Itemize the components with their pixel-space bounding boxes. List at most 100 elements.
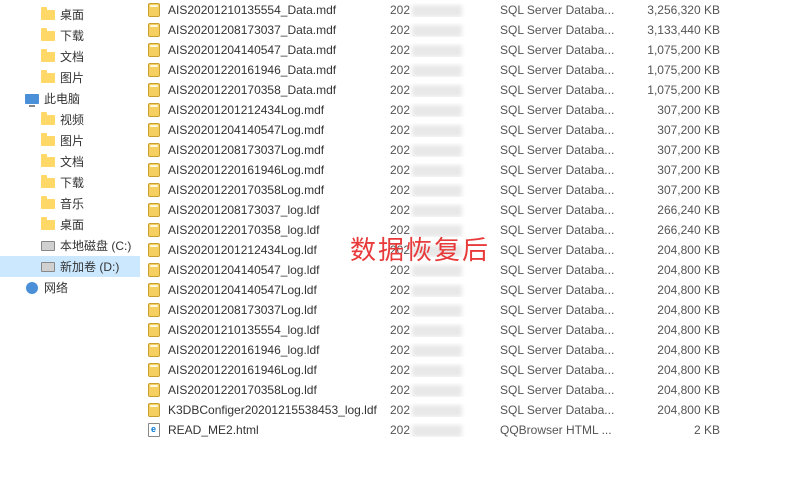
file-date: 202: [390, 403, 500, 417]
tree-item[interactable]: 本地磁盘 (C:): [0, 235, 140, 256]
folder-icon: [40, 217, 56, 233]
database-file-icon: [146, 42, 162, 58]
tree-item[interactable]: 此电脑: [0, 88, 140, 109]
file-row[interactable]: AIS20201220170358_log.ldf202SQL Server D…: [140, 220, 800, 240]
tree-item-label: 网络: [44, 279, 68, 296]
file-type: SQL Server Databa...: [500, 143, 640, 157]
file-name: AIS20201204140547_log.ldf: [168, 263, 319, 277]
database-file-icon: [146, 2, 162, 18]
file-name: AIS20201220170358_log.ldf: [168, 223, 319, 237]
file-row[interactable]: AIS20201201212434Log.ldf202SQL Server Da…: [140, 240, 800, 260]
file-name: AIS20201204140547Log.ldf: [168, 283, 317, 297]
tree-item-label: 下载: [60, 27, 84, 44]
file-row[interactable]: AIS20201208173037Log.mdf202SQL Server Da…: [140, 140, 800, 160]
file-type: SQL Server Databa...: [500, 63, 640, 77]
file-date: 202: [390, 423, 500, 437]
file-name: AIS20201220161946_log.ldf: [168, 343, 319, 357]
database-file-icon: [146, 242, 162, 258]
tree-item-label: 新加卷 (D:): [60, 258, 119, 275]
tree-item[interactable]: 新加卷 (D:): [0, 256, 140, 277]
file-size: 1,075,200 KB: [640, 83, 730, 97]
file-date: 202: [390, 343, 500, 357]
tree-item-label: 音乐: [60, 195, 84, 212]
tree-item-label: 本地磁盘 (C:): [60, 237, 131, 254]
folder-icon: [40, 196, 56, 212]
file-type: QQBrowser HTML ...: [500, 423, 640, 437]
tree-item[interactable]: 下载: [0, 25, 140, 46]
tree-item[interactable]: 下载: [0, 172, 140, 193]
navigation-tree: 桌面下载文档图片此电脑视频图片文档下载音乐桌面本地磁盘 (C:)新加卷 (D:)…: [0, 0, 140, 500]
file-type: SQL Server Databa...: [500, 283, 640, 297]
file-date: 202: [390, 43, 500, 57]
tree-item-label: 下载: [60, 174, 84, 191]
database-file-icon: [146, 82, 162, 98]
file-row[interactable]: AIS20201201212434Log.mdf202SQL Server Da…: [140, 100, 800, 120]
file-date: 202: [390, 263, 500, 277]
file-type: SQL Server Databa...: [500, 403, 640, 417]
tree-item[interactable]: 图片: [0, 130, 140, 151]
file-list[interactable]: AIS20201210135554_Data.mdf202SQL Server …: [140, 0, 800, 500]
file-name: AIS20201201212434Log.ldf: [168, 243, 317, 257]
network-icon: [24, 280, 40, 296]
database-file-icon: [146, 142, 162, 158]
tree-item[interactable]: 网络: [0, 277, 140, 298]
folder-icon: [40, 70, 56, 86]
folder-icon: [40, 154, 56, 170]
file-row[interactable]: AIS20201220161946_log.ldf202SQL Server D…: [140, 340, 800, 360]
file-row[interactable]: AIS20201204140547_log.ldf202SQL Server D…: [140, 260, 800, 280]
tree-item[interactable]: 图片: [0, 67, 140, 88]
redacted-date: [412, 265, 462, 277]
file-row[interactable]: AIS20201208173037_log.ldf202SQL Server D…: [140, 200, 800, 220]
file-row[interactable]: READ_ME2.html202QQBrowser HTML ...2 KB: [140, 420, 800, 440]
file-type: SQL Server Databa...: [500, 363, 640, 377]
database-file-icon: [146, 282, 162, 298]
database-file-icon: [146, 62, 162, 78]
file-type: SQL Server Databa...: [500, 383, 640, 397]
file-name: AIS20201201212434Log.mdf: [168, 103, 324, 117]
file-row[interactable]: AIS20201220161946_Data.mdf202SQL Server …: [140, 60, 800, 80]
file-list-pane: AIS20201210135554_Data.mdf202SQL Server …: [140, 0, 800, 500]
file-row[interactable]: AIS20201220170358Log.mdf202SQL Server Da…: [140, 180, 800, 200]
redacted-date: [412, 45, 462, 57]
file-size: 2 KB: [640, 423, 730, 437]
file-row[interactable]: AIS20201210135554_Data.mdf202SQL Server …: [140, 0, 800, 20]
tree-item[interactable]: 文档: [0, 151, 140, 172]
file-row[interactable]: AIS20201220170358_Data.mdf202SQL Server …: [140, 80, 800, 100]
file-row[interactable]: AIS20201208173037Log.ldf202SQL Server Da…: [140, 300, 800, 320]
file-row[interactable]: AIS20201204140547_Data.mdf202SQL Server …: [140, 40, 800, 60]
file-size: 307,200 KB: [640, 103, 730, 117]
database-file-icon: [146, 382, 162, 398]
tree-item[interactable]: 音乐: [0, 193, 140, 214]
tree-item[interactable]: 文档: [0, 46, 140, 67]
tree-item[interactable]: 桌面: [0, 214, 140, 235]
redacted-date: [412, 345, 462, 357]
file-row[interactable]: AIS20201204140547Log.ldf 202SQL Server Da…: [140, 280, 800, 300]
file-date: 202: [390, 323, 500, 337]
file-row[interactable]: AIS20201204140547Log.mdf202SQL Server Da…: [140, 120, 800, 140]
file-row[interactable]: AIS20201210135554_log.ldf202SQL Server D…: [140, 320, 800, 340]
folder-icon: [40, 175, 56, 191]
tree-item[interactable]: 桌面: [0, 4, 140, 25]
html-file-icon: [146, 422, 162, 438]
file-size: 204,800 KB: [640, 343, 730, 357]
tree-item-label: 桌面: [60, 6, 84, 23]
file-name: AIS20201210135554_Data.mdf: [168, 3, 336, 17]
redacted-date: [412, 325, 462, 337]
file-size: 3,133,440 KB: [640, 23, 730, 37]
tree-item-label: 文档: [60, 48, 84, 65]
tree-item[interactable]: 视频: [0, 109, 140, 130]
folder-icon: [40, 112, 56, 128]
file-row[interactable]: AIS20201220170358Log.ldf202SQL Server Da…: [140, 380, 800, 400]
file-row[interactable]: AIS20201208173037_Data.mdf202SQL Server …: [140, 20, 800, 40]
file-row[interactable]: AIS20201220161946Log.ldf202SQL Server Da…: [140, 360, 800, 380]
file-date: 202: [390, 103, 500, 117]
redacted-date: [412, 25, 462, 37]
file-row[interactable]: AIS20201220161946Log.mdf202SQL Server Da…: [140, 160, 800, 180]
file-date: 202: [390, 203, 500, 217]
file-date: 202: [390, 243, 500, 257]
file-row[interactable]: K3DBConfiger20201215538453_log.ldf202SQL…: [140, 400, 800, 420]
file-date: 202: [390, 283, 500, 297]
tree-item-label: 视频: [60, 111, 84, 128]
redacted-date: [412, 285, 462, 297]
file-name: AIS20201220161946_Data.mdf: [168, 63, 336, 77]
